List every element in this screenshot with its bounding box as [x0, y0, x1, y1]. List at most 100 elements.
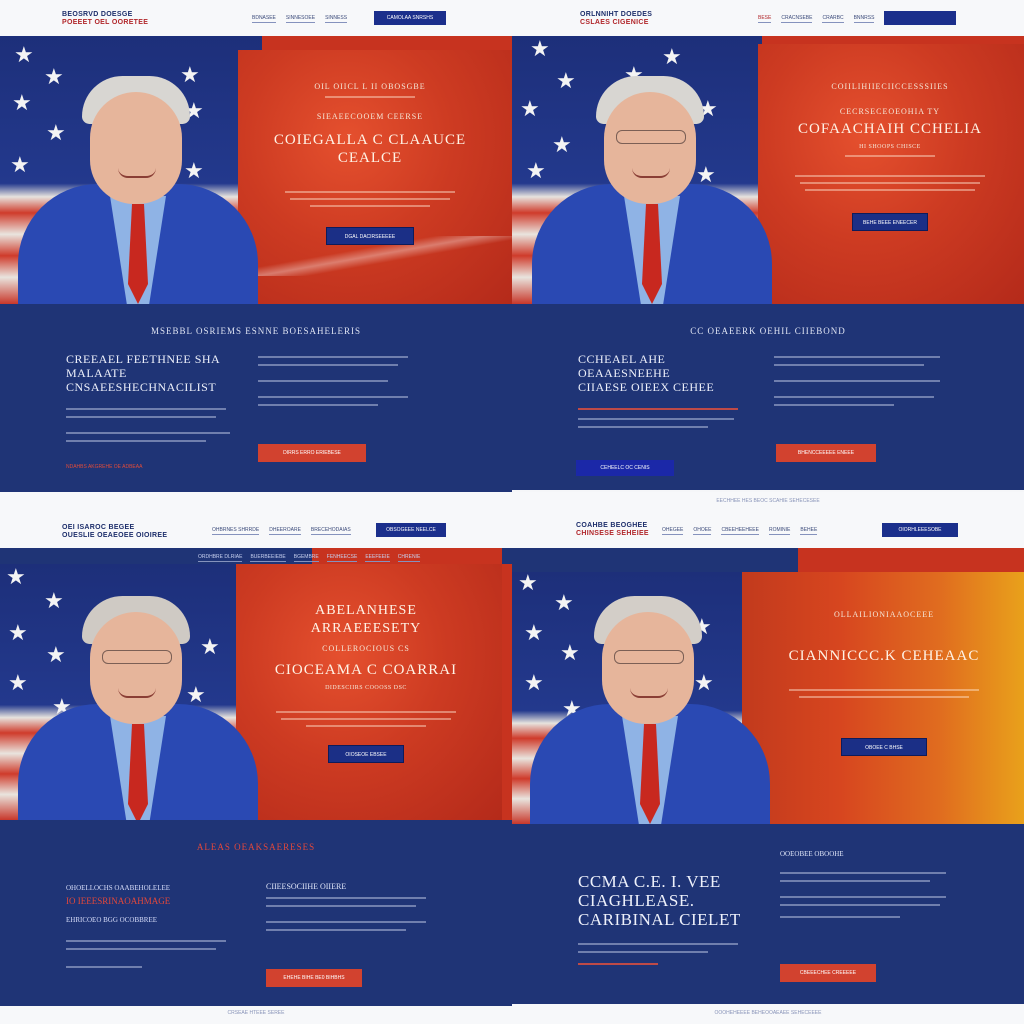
logo-line-2: CHINSESE SEHEIEE — [576, 530, 649, 537]
mockup-panel-2: ORLNNIHT DOEDES CSLAES CIGENICE BESE CRA… — [512, 0, 1024, 512]
left-heading-2: CNSAEESHECHNACILIST — [66, 380, 217, 394]
main-nav: BDNASEE SINNESOEE SINNESS — [252, 15, 348, 23]
right-column — [774, 350, 944, 406]
nav-item-2[interactable]: CRACNSEBE — [781, 15, 813, 23]
sub-nav-item-2[interactable]: BUERBEEIEBE — [250, 554, 286, 562]
nav-item-4[interactable]: ROMINIE — [768, 527, 791, 535]
hero-title: COFAACHAIH CCHELIA — [798, 121, 982, 137]
nav-item-1[interactable]: BDNASEE — [252, 15, 276, 23]
candidate-portrait — [532, 76, 772, 304]
logo-line-2: CSLAES CIGENICE — [580, 19, 649, 26]
site-logo[interactable]: BEOSRVD DOESGE POEEET OEL OORETEE — [62, 11, 148, 27]
logo-line-1: ORLNNIHT DOEDES — [580, 11, 653, 18]
logo-line-2: OUESLIE OEAEOEE OIOIREE — [62, 532, 168, 539]
sub-nav-item-5[interactable]: EEEFEEIE — [365, 554, 390, 562]
site-header: OEI ISAROC BEGEE OUESLIE OEAEOEE OIOIREE… — [0, 512, 512, 548]
header-cta-button[interactable] — [884, 11, 956, 25]
hero-section: ★ ★ ★ ★ ★ ★ ★ ★ ★ — [0, 564, 512, 824]
learn-more-button[interactable]: BHENCCEEEEE ENEEE — [776, 444, 876, 462]
hero-text: OIL OIICL L II OBOSGBE SIEAEECOOEM CEERS… — [248, 76, 492, 245]
hero-cta-button[interactable]: OBOEE C BHSE — [841, 738, 927, 756]
sub-nav: ORDHBRE DLRIAE BUERBEEIEBE BGEMBRE FENHE… — [198, 554, 421, 562]
hero-subheading: ARRAEEESETY — [310, 621, 422, 636]
candidate-portrait — [18, 76, 258, 304]
glasses — [614, 650, 684, 664]
learn-more-button[interactable]: EHEHE BIHE BE0 BIHBHS — [266, 969, 362, 987]
star-icon: ★ — [662, 44, 682, 69]
site-logo[interactable]: COAHBE BEOGHEE CHINSESE SEHEIEE — [576, 522, 649, 538]
nav-item-3[interactable]: CRARBC — [822, 15, 844, 23]
nav-item-5[interactable]: BEHEE — [800, 527, 818, 535]
sub-nav-item-4[interactable]: FENHEECSE — [326, 554, 358, 562]
main-nav: OHEGEE OHOEE CBEEHEEHEEE ROMINIE BEHEE — [662, 527, 818, 535]
left-heading: OHOELLOCHS OAABEHOLELEE — [66, 884, 171, 892]
hero-title: CIOCEAMA C COARRAI — [274, 662, 458, 678]
site-footer: OOOHEHEEEE BEHEOOAEAEE SEHECEEEE — [512, 1004, 1024, 1024]
nav-item-1[interactable]: OHEGEE — [662, 527, 684, 535]
nav-item-1[interactable]: OHBRNES SHRRDE — [212, 527, 260, 535]
sub-nav-bar — [512, 548, 1024, 572]
candidate-portrait — [530, 596, 770, 824]
about-section: CCMA C.E. I. VEE CIAGHLEASE. CARIBINAL C… — [512, 824, 1024, 1004]
header-cta-button[interactable]: CAMOLAA SNRSHS — [374, 11, 446, 25]
hero-section: ★ ★ ★ ★ ★ ★ ★ ★ ★ — [512, 36, 1024, 304]
header-cta-button[interactable]: OBSOGEEE NEELCE — [376, 523, 446, 537]
nav-item-3[interactable]: BRECEHODAIAS — [310, 527, 351, 535]
red-link[interactable]: NDAHBS AKGREHE OE ADBEAA — [66, 464, 142, 470]
site-header: ORLNNIHT DOEDES CSLAES CIGENICE BESE CRA… — [512, 0, 1024, 36]
left-heading-2: CIIAESE OIEEX CEHEE — [578, 380, 715, 394]
nav-item-3[interactable]: CBEEHEEHEEE — [721, 527, 759, 535]
main-nav: OHBRNES SHRRDE DHEEROARE BRECEHODAIAS — [212, 527, 351, 535]
left-column: CREEAEL FEETHNEE SHA MALAATE CNSAEESHECH… — [66, 352, 236, 442]
hero-cta-button[interactable]: DGAL DACIRSEEEEE — [326, 227, 414, 245]
mockup-panel-4: COAHBE BEOGHEE CHINSESE SEHEIEE OHEGEE O… — [512, 512, 1024, 1024]
left-heading-2: IO IEEESRINAOAHMAGE — [66, 896, 171, 906]
left-heading-2: CIAGHLEASE. — [578, 891, 695, 910]
site-footer: EECHHEE HES BEOC SCAHIE SEHECESEE — [512, 492, 1024, 512]
right-column: CIIEESOCIIHE OIIERE — [266, 882, 426, 931]
section-title: CC OEAEERK OEHIL CIIEBOND — [690, 326, 846, 336]
nav-item-1[interactable]: BESE — [758, 15, 772, 23]
site-logo[interactable]: ORLNNIHT DOEDES CSLAES CIGENICE — [580, 11, 652, 27]
sub-nav-item-3[interactable]: BGEMBRE — [293, 554, 319, 562]
hero-text: ABELANHESE ARRAEEESETY COLLEROCIOUS CS C… — [244, 602, 488, 763]
about-section: MSEBBL OSRIEMS ESNNE BOESAHELERIS CREEAE… — [0, 304, 512, 492]
left-heading: CREEAEL FEETHNEE SHA MALAATE — [66, 352, 220, 380]
hero-title-line-2: CEALCE — [337, 150, 403, 166]
nav-item-3[interactable]: SINNESS — [325, 15, 348, 23]
mockup-panel-3: OEI ISAROC BEGEE OUESLIE OEAEOEE OIOIREE… — [0, 512, 512, 1024]
nav-item-2[interactable]: OHOEE — [693, 527, 712, 535]
learn-more-button[interactable]: DIRRS ERRO ERIEBESE — [258, 444, 366, 462]
sub-nav-bar: ORDHBRE DLRIAE BUERBEEIEBE BGEMBRE FENHE… — [0, 548, 512, 564]
sub-nav-item-1[interactable]: ORDHBRE DLRIAE — [198, 554, 243, 562]
right-column: OOEOBEE OBOOHE — [780, 850, 950, 918]
nav-item-2[interactable]: DHEEROARE — [269, 527, 301, 535]
left-column: CCMA C.E. I. VEE CIAGHLEASE. CARIBINAL C… — [578, 872, 748, 965]
hero-cta-button[interactable]: OIOSEOE EBSEE — [328, 745, 404, 763]
section-title: ALEAS OEAKSAERESES — [196, 842, 316, 852]
hero-kicker: COIILIHIIECIICCESSSIIES — [831, 82, 949, 91]
site-logo[interactable]: OEI ISAROC BEGEE OUESLIE OEAEOEE OIOIREE — [62, 524, 167, 540]
header-cta-button[interactable]: OIORHLEEESOBE — [882, 523, 958, 537]
hero-kicker: ABELANHESE — [315, 603, 417, 618]
logo-line-1: OEI ISAROC BEGEE — [62, 524, 135, 531]
logo-line-1: COAHBE BEOGHEE — [576, 522, 648, 529]
learn-more-button[interactable]: CBEEECHEE CREEEEE — [780, 964, 876, 982]
hero-sub-2: COLLEROCIOUS CS — [322, 644, 410, 653]
glasses — [616, 130, 686, 144]
secondary-button[interactable]: CEHEELC OC CENIS — [576, 460, 674, 476]
footer-text: OOOHEHEEEE BEHEOOAEAEE SEHECEEEE — [714, 1010, 822, 1016]
sub-nav-item-6[interactable]: CHRENIE — [397, 554, 421, 562]
nav-item-4[interactable]: BNNRSS — [853, 15, 875, 23]
hero-title: CIANNICCC.K CEHEAAC — [788, 648, 980, 664]
nav-item-2[interactable]: SINNESOEE — [285, 15, 316, 23]
candidate-portrait — [18, 596, 258, 824]
star-icon: ★ — [530, 36, 550, 61]
left-heading: CCMA C.E. I. VEE — [578, 872, 721, 891]
hero-cta-button[interactable]: BEHE BEEE ENEECER — [852, 213, 928, 231]
hero-sub-3: DIDESCIIRS COOOSS DSC — [325, 685, 407, 691]
hero-kicker: OIL OIICL L II OBOSGBE — [314, 82, 426, 91]
main-nav: BESE CRACNSEBE CRARBC BNNRSS — [758, 15, 875, 23]
section-title: MSEBBL OSRIEMS ESNNE BOESAHELERIS — [151, 326, 361, 336]
footer-text: EECHHEE HES BEOC SCAHIE SEHECESEE — [716, 498, 820, 504]
